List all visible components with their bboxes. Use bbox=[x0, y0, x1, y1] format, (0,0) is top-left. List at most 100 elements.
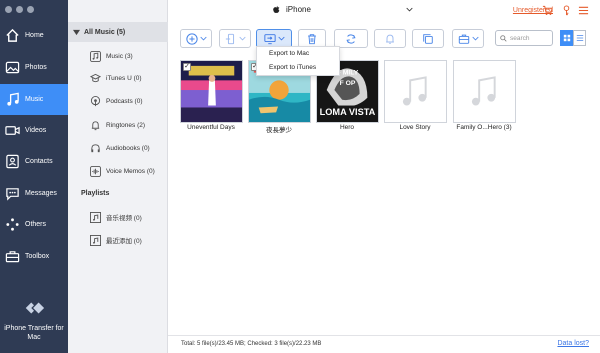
toolbox-menu-button[interactable] bbox=[452, 29, 484, 48]
home-icon bbox=[6, 28, 19, 42]
menu-icon[interactable] bbox=[578, 5, 589, 16]
app-window: Home Photos Music Videos Contacts Messag… bbox=[0, 0, 600, 353]
messages-icon bbox=[6, 188, 19, 201]
trash-icon bbox=[308, 33, 316, 44]
lib-item-music[interactable]: Music (3) bbox=[90, 48, 133, 64]
lib-item-label: Voice Memos (0) bbox=[106, 167, 155, 175]
song-title: Family O...Hero (3) bbox=[456, 124, 512, 131]
duplicate-button[interactable] bbox=[412, 29, 444, 48]
song-title: Love Story bbox=[399, 124, 431, 131]
status-summary: Total: 5 file(s)/23.45 MB; Checked: 3 fi… bbox=[181, 341, 322, 347]
nav-label-home: Home bbox=[25, 32, 44, 39]
library-sidebar: All Music (5) Music (3) iTunes U (0) Pod… bbox=[68, 0, 168, 353]
nav-label-toolbox: Toolbox bbox=[25, 253, 50, 260]
bell-icon bbox=[91, 120, 100, 130]
lib-item-itunes-u[interactable]: iTunes U (0) bbox=[90, 70, 142, 86]
lib-item-ringtones[interactable]: Ringtones (2) bbox=[90, 117, 145, 133]
phone-export-icon bbox=[225, 33, 234, 44]
nav-label-music: Music bbox=[25, 96, 44, 103]
device-name: iPhone bbox=[286, 5, 311, 14]
all-music-label: All Music (5) bbox=[84, 28, 126, 36]
grid-view-button[interactable] bbox=[560, 30, 573, 46]
nav-item-videos[interactable]: Videos bbox=[0, 115, 68, 146]
song-tile-5[interactable] bbox=[453, 60, 516, 123]
lib-item-label: Audiobooks (0) bbox=[106, 144, 150, 152]
lib-item-playlist-2[interactable]: 最近添加 (0) bbox=[90, 232, 142, 248]
search-icon bbox=[500, 34, 507, 42]
chevron-down-icon bbox=[277, 36, 285, 41]
nav-item-home[interactable]: Home bbox=[0, 20, 68, 51]
music-placeholder-icon bbox=[454, 61, 515, 122]
list-view-button[interactable] bbox=[573, 30, 586, 46]
voice-memo-icon bbox=[90, 165, 101, 177]
music-note-icon bbox=[90, 50, 101, 62]
menu-item-export-to-itunes[interactable]: Export to iTunes bbox=[257, 61, 339, 75]
lib-item-label: Music (3) bbox=[106, 52, 133, 60]
search-box[interactable]: search bbox=[495, 30, 553, 46]
album-art-text-3: LOMA VISTA bbox=[320, 107, 376, 117]
brand-line-2: Mac bbox=[27, 334, 41, 341]
cart-icon[interactable] bbox=[542, 5, 553, 16]
nav-item-messages[interactable]: Messages bbox=[0, 178, 68, 209]
triangle-down-icon bbox=[73, 29, 80, 35]
music-icon bbox=[7, 92, 19, 106]
album-art-text-1: F MILY bbox=[337, 70, 359, 77]
app-logo-icon bbox=[25, 302, 45, 314]
lib-item-label: 最近添加 (0) bbox=[106, 238, 142, 245]
others-icon bbox=[6, 218, 19, 231]
nav-label-photos: Photos bbox=[25, 64, 47, 71]
chevron-down-icon bbox=[471, 36, 479, 41]
search-input[interactable]: search bbox=[510, 35, 530, 42]
nav-item-contacts[interactable]: Contacts bbox=[0, 146, 68, 177]
music-placeholder-icon bbox=[385, 61, 446, 122]
nav-label-videos: Videos bbox=[25, 127, 47, 134]
plus-circle-icon bbox=[185, 32, 198, 45]
brand-line-1: iPhone Transfer for bbox=[4, 325, 64, 332]
add-button[interactable] bbox=[180, 29, 212, 48]
nav-item-toolbox[interactable]: Toolbox bbox=[0, 241, 68, 272]
nav-label-messages: Messages bbox=[25, 190, 57, 197]
data-lost-link[interactable]: Data lost? bbox=[557, 340, 589, 347]
export-dropdown-menu: Export to Mac Export to iTunes bbox=[256, 46, 340, 76]
podcast-icon bbox=[90, 95, 101, 106]
close-window-button[interactable] bbox=[5, 6, 12, 13]
lib-item-label: Podcasts (0) bbox=[106, 97, 143, 105]
device-selector[interactable]: iPhone bbox=[272, 5, 413, 14]
title-bar: iPhone Unregistered bbox=[168, 0, 600, 22]
lib-item-playlist-1[interactable]: 音乐视频 (0) bbox=[90, 209, 142, 225]
playlists-header: Playlists bbox=[81, 190, 110, 197]
ringtone-maker-button[interactable] bbox=[374, 29, 406, 48]
chevron-down-icon bbox=[238, 36, 246, 41]
monitor-export-icon bbox=[263, 33, 276, 44]
lib-item-label: 音乐视频 (0) bbox=[106, 215, 142, 222]
apple-icon bbox=[273, 5, 280, 13]
toolbox-icon bbox=[5, 251, 20, 263]
chevron-down-icon bbox=[199, 36, 207, 41]
nav-label-others: Others bbox=[25, 221, 47, 228]
itunes-u-icon bbox=[90, 73, 101, 82]
song-checkbox[interactable]: ✓ bbox=[183, 63, 191, 71]
photos-icon bbox=[5, 61, 20, 74]
minimize-window-button[interactable] bbox=[16, 6, 23, 13]
all-music-header[interactable]: All Music (5) bbox=[68, 22, 168, 42]
lib-item-podcasts[interactable]: Podcasts (0) bbox=[90, 93, 143, 109]
song-tile-4[interactable] bbox=[384, 60, 447, 123]
lib-item-label: Ringtones (2) bbox=[106, 121, 146, 129]
album-art-text-2: F OP bbox=[340, 80, 356, 87]
zoom-window-button[interactable] bbox=[27, 6, 34, 13]
window-controls bbox=[5, 6, 34, 13]
playlist-icon bbox=[90, 234, 101, 246]
lib-item-voice-memos[interactable]: Voice Memos (0) bbox=[90, 163, 155, 179]
nav-item-music[interactable]: Music bbox=[0, 84, 68, 115]
audiobook-icon bbox=[91, 143, 100, 152]
menu-item-export-to-mac[interactable]: Export to Mac bbox=[257, 47, 339, 61]
chevron-down-icon bbox=[406, 7, 413, 12]
lib-item-audiobooks[interactable]: Audiobooks (0) bbox=[90, 140, 150, 156]
nav-item-others[interactable]: Others bbox=[0, 209, 68, 240]
export-to-device-button[interactable] bbox=[219, 29, 251, 48]
song-tile-1[interactable]: ✓ bbox=[180, 60, 243, 123]
list-icon bbox=[576, 35, 583, 41]
key-icon[interactable] bbox=[561, 5, 572, 16]
nav-label-contacts: Contacts bbox=[25, 158, 53, 165]
nav-item-photos[interactable]: Photos bbox=[0, 52, 68, 83]
